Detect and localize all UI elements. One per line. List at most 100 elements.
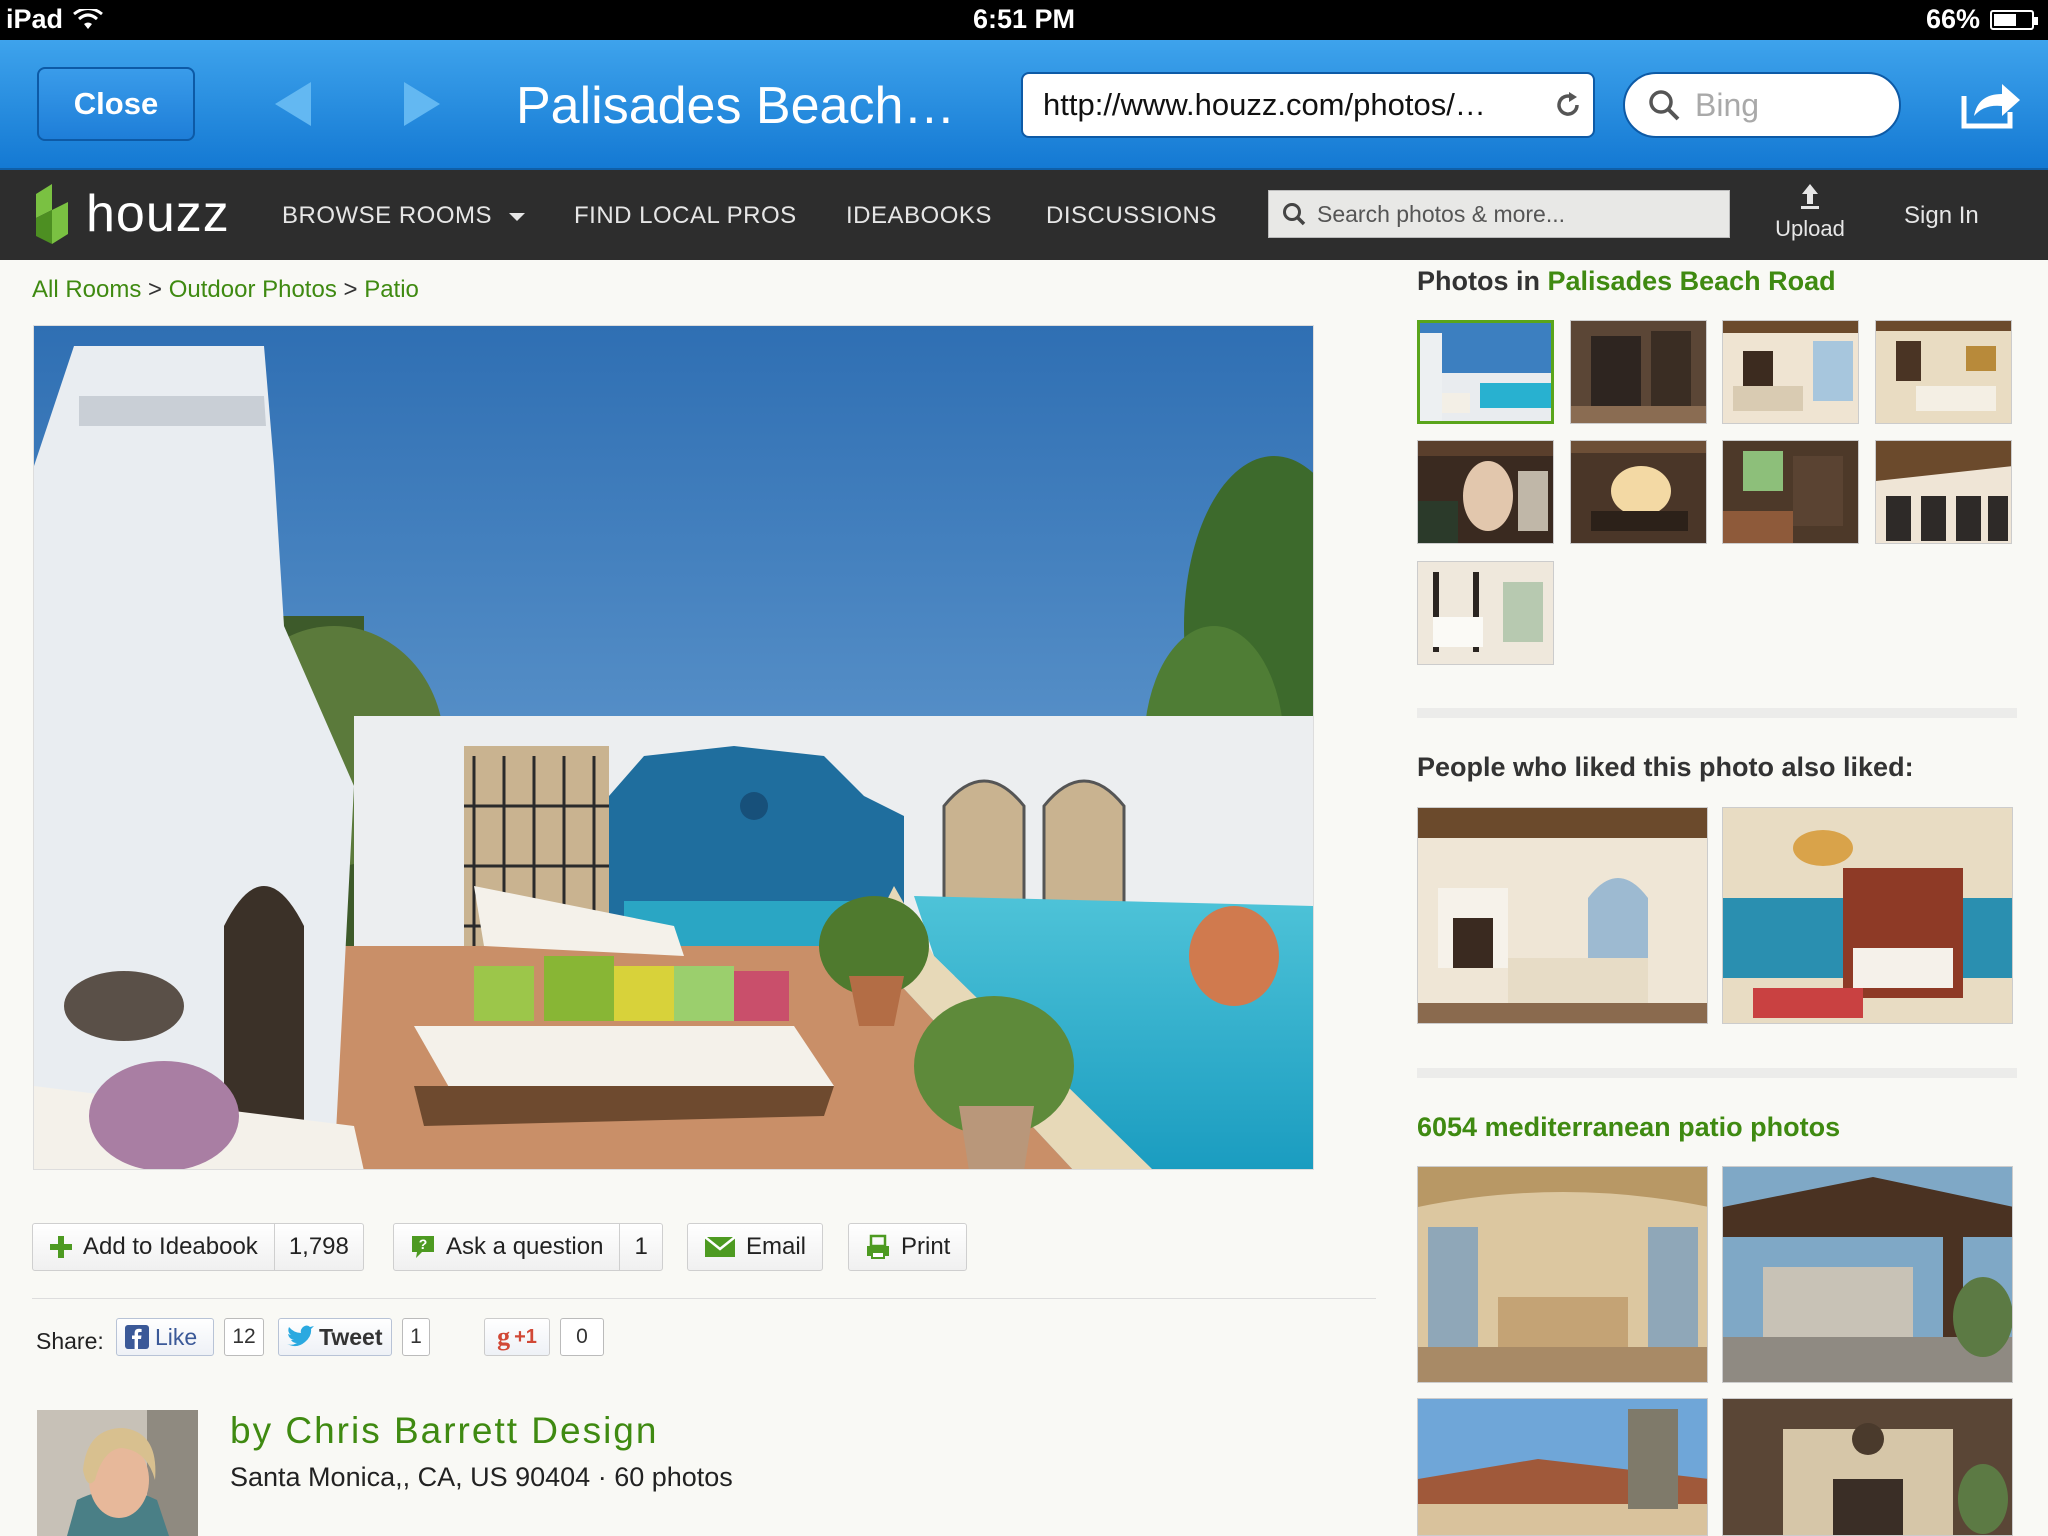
forward-arrow-icon[interactable] — [404, 82, 440, 126]
project-thumb[interactable] — [1570, 440, 1707, 544]
divider — [32, 1298, 1376, 1299]
thumb-image — [1420, 323, 1551, 421]
author-portrait-image — [37, 1410, 198, 1536]
battery-icon — [1990, 9, 2038, 30]
address-bar[interactable]: http://www.houzz.com/photos/… — [1021, 72, 1595, 138]
site-search-placeholder: Search photos & more... — [1317, 200, 1566, 227]
like-label: Like — [155, 1323, 198, 1350]
nav-browse-rooms-label: BROWSE ROOMS — [282, 202, 493, 229]
thumb-image — [1418, 441, 1553, 543]
question-count: 1 — [619, 1224, 661, 1270]
tweet-count: 1 — [402, 1318, 430, 1356]
search-icon — [1647, 88, 1681, 122]
thumb-image — [1876, 441, 2011, 543]
project-thumb[interactable] — [1875, 440, 2012, 544]
thumb-image — [1418, 562, 1553, 664]
question-icon: ? — [410, 1234, 436, 1260]
thumb-image — [1571, 321, 1706, 423]
sign-in-link[interactable]: Sign In — [1904, 202, 1979, 230]
tweet-button[interactable]: Tweet — [278, 1318, 392, 1356]
sidebar-separator — [1417, 708, 2017, 718]
thumb-image — [1723, 1167, 2012, 1382]
thumb-image — [1418, 808, 1707, 1023]
breadcrumb-separator: > — [343, 276, 358, 303]
project-thumb[interactable] — [1417, 561, 1554, 665]
nav-ideabooks[interactable]: IDEABOOKS — [846, 202, 992, 230]
breadcrumb-all-rooms[interactable]: All Rooms — [32, 276, 141, 303]
email-button[interactable]: Email — [687, 1223, 824, 1271]
also-liked-thumb[interactable] — [1722, 807, 2013, 1024]
breadcrumb-separator: > — [148, 276, 163, 303]
more-photos-link[interactable]: 6054 mediterranean patio photos — [1417, 1112, 1840, 1143]
tweet-label: Tweet — [319, 1323, 383, 1350]
web-search-input[interactable]: Bing — [1623, 72, 1901, 138]
facebook-like-button[interactable]: Like — [116, 1318, 214, 1356]
houzz-logo-icon — [36, 184, 68, 244]
google-plus-button[interactable]: g +1 — [484, 1318, 550, 1356]
print-button[interactable]: Print — [848, 1223, 968, 1271]
patio-photo-image — [34, 326, 1313, 1169]
breadcrumb-patio[interactable]: Patio — [364, 276, 419, 303]
thumb-image — [1418, 1399, 1707, 1535]
google-plus-count: 0 — [560, 1318, 604, 1356]
printer-icon — [865, 1234, 891, 1260]
breadcrumb-outdoor-photos[interactable]: Outdoor Photos — [169, 276, 337, 303]
upload-button[interactable]: Upload — [1760, 182, 1860, 242]
houzz-logo[interactable]: houzz — [32, 182, 230, 246]
thumb-image — [1723, 321, 1858, 423]
search-icon — [1281, 201, 1307, 227]
author-avatar[interactable] — [37, 1410, 198, 1536]
google-plus-label: +1 — [514, 1325, 537, 1348]
project-thumb[interactable] — [1875, 320, 2012, 424]
upload-icon — [1760, 182, 1860, 210]
status-right: 66% — [1925, 4, 2038, 35]
breadcrumb: All Rooms > Outdoor Photos > Patio — [32, 276, 419, 304]
nav-find-local-pros[interactable]: FIND LOCAL PROS — [574, 202, 797, 230]
related-photo-thumb[interactable] — [1417, 1166, 1708, 1383]
thumb-image — [1876, 321, 2011, 423]
ask-question-button[interactable]: ? Ask a question 1 — [393, 1223, 663, 1271]
site-search-input[interactable]: Search photos & more... — [1268, 190, 1730, 238]
close-button[interactable]: Close — [37, 67, 195, 141]
reload-icon[interactable] — [1543, 80, 1593, 130]
url-text: http://www.houzz.com/photos/… — [1043, 87, 1486, 122]
project-thumb[interactable] — [1722, 320, 1859, 424]
project-thumb[interactable] — [1417, 320, 1554, 424]
status-bar: iPad 6:51 PM 66% — [0, 0, 2048, 40]
nav-browse-rooms[interactable]: BROWSE ROOMS — [282, 202, 526, 230]
main-photo[interactable] — [33, 325, 1314, 1170]
print-label: Print — [901, 1233, 951, 1260]
battery-fill — [1994, 13, 2017, 26]
thumb-image — [1723, 808, 2012, 1023]
svg-text:?: ? — [419, 1236, 428, 1252]
also-liked-thumb[interactable] — [1417, 807, 1708, 1024]
facebook-icon — [125, 1325, 149, 1349]
project-thumb[interactable] — [1417, 440, 1554, 544]
project-thumb[interactable] — [1722, 440, 1859, 544]
email-label: Email — [746, 1233, 807, 1260]
related-photo-thumb[interactable] — [1722, 1166, 2013, 1383]
related-photo-thumb[interactable] — [1722, 1398, 2013, 1536]
share-icon[interactable] — [1958, 76, 2024, 132]
nav-discussions[interactable]: DISCUSSIONS — [1046, 202, 1217, 230]
status-time: 6:51 PM — [972, 4, 1076, 34]
sidebar-separator — [1417, 1068, 2017, 1078]
share-label: Share: — [36, 1328, 104, 1354]
project-link[interactable]: Palisades Beach Road — [1548, 266, 1836, 296]
project-thumb[interactable] — [1570, 320, 1707, 424]
related-photo-thumb[interactable] — [1417, 1398, 1708, 1536]
like-count: 12 — [224, 1318, 264, 1356]
add-to-ideabook-label: Add to Ideabook — [83, 1233, 258, 1260]
back-arrow-icon[interactable] — [275, 82, 311, 126]
battery-percent: 66% — [1925, 4, 1980, 34]
thumb-image — [1723, 441, 1858, 543]
author-name[interactable]: by Chris Barrett Design — [230, 1410, 658, 1452]
twitter-bird-icon — [285, 1325, 315, 1349]
ask-question-label: Ask a question — [446, 1233, 604, 1260]
add-to-ideabook-button[interactable]: Add to Ideabook 1,798 — [32, 1223, 364, 1271]
envelope-icon — [704, 1236, 736, 1258]
caret-down-icon — [509, 212, 526, 221]
thumb-image — [1571, 441, 1706, 543]
photos-in-prefix: Photos in — [1417, 266, 1540, 296]
site-nav: houzz BROWSE ROOMS FIND LOCAL PROS IDEAB… — [0, 170, 2048, 260]
